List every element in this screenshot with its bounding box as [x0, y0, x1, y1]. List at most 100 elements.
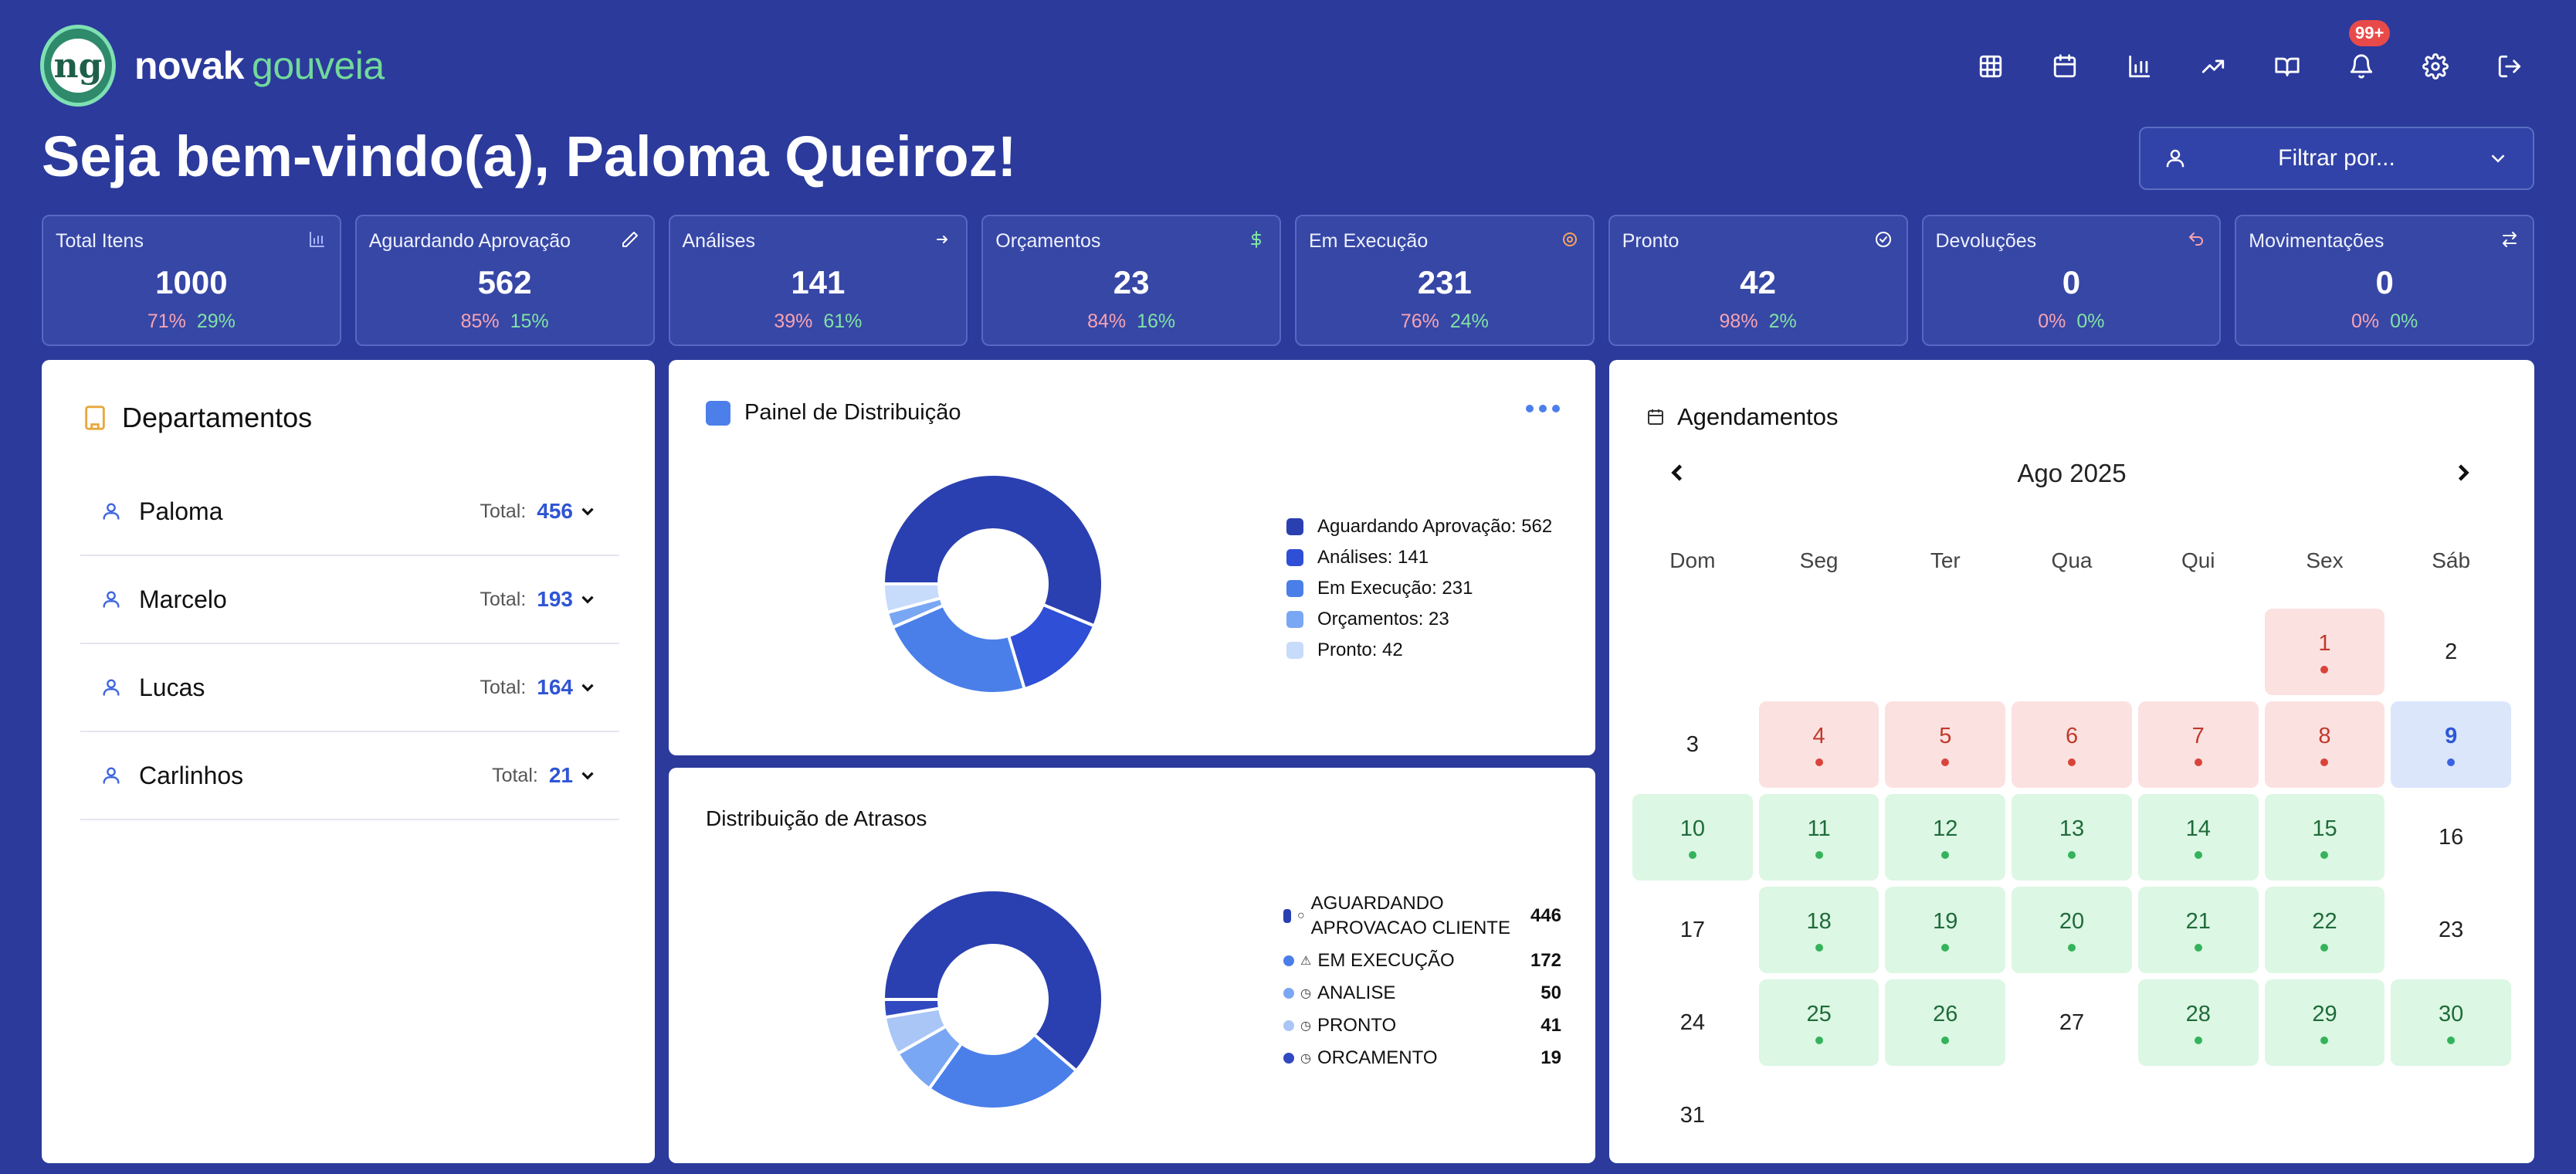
calendar-day[interactable]: 14	[2137, 794, 2259, 880]
calendar-day[interactable]: 17	[1632, 887, 1753, 973]
calendar-day[interactable]: 5	[1885, 701, 2006, 788]
calendar-icon[interactable]	[2045, 46, 2085, 87]
bell-icon[interactable]: 99+	[2341, 20, 2391, 87]
calendar-day[interactable]: 3	[1632, 701, 1753, 788]
stat-card-pronto[interactable]: Pronto 42 98% 2%	[1608, 215, 1908, 346]
stat-card-total[interactable]: Total Itens 1000 71% 29%	[42, 215, 341, 346]
chevron-down-icon[interactable]	[578, 501, 598, 521]
weekday-row: Dom Seg Ter Qua Qui Sex Sáb	[1632, 548, 2511, 602]
calendar-icon	[1648, 409, 1663, 425]
department-row-marcelo[interactable]: Marcelo Total: 193	[80, 556, 619, 644]
delay-legend-item: ◷ PRONTO 41	[1283, 1013, 1561, 1038]
event-dot	[1815, 1036, 1823, 1044]
event-dot	[2068, 758, 2076, 766]
calendar-day[interactable]: 9	[2391, 701, 2512, 788]
calendar-day[interactable]: 30	[2391, 979, 2512, 1066]
delay-value: 50	[1541, 982, 1561, 1003]
department-row-lucas[interactable]: Lucas Total: 164	[80, 644, 619, 732]
next-month-button[interactable]	[2449, 459, 2477, 487]
calendar-day[interactable]: 18	[1758, 887, 1879, 973]
prev-month-button[interactable]	[1663, 459, 1691, 487]
calendar-day-number: 11	[1807, 816, 1831, 841]
calendar-day[interactable]: 6	[2012, 701, 2132, 788]
stat-value: 141	[791, 264, 846, 300]
legend-swatch	[1286, 549, 1303, 566]
trending-icon[interactable]	[2193, 46, 2233, 87]
stat-card-execucao[interactable]: Em Execução 231 76% 24%	[1295, 215, 1595, 346]
calendar-day[interactable]: 19	[1885, 887, 2006, 973]
chevron-down-icon[interactable]	[578, 677, 598, 697]
legend-item: Aguardando Aprovação: 562	[1286, 511, 1552, 542]
calendar-day[interactable]: 20	[2012, 887, 2132, 973]
event-dot	[2194, 758, 2202, 766]
calendar-day[interactable]: 29	[2264, 979, 2385, 1066]
stat-card-movimentacoes[interactable]: Movimentações 0 0% 0%	[2235, 215, 2534, 346]
stat-card-analises[interactable]: Análises 141 39% 61%	[668, 215, 968, 346]
calendar-day[interactable]: 23	[2391, 887, 2511, 973]
calendar-week-row: 10 11 12 13 14 15 16	[1632, 794, 2511, 880]
department-row-carlinhos[interactable]: Carlinhos Total: 21	[80, 732, 619, 820]
calendar-empty-cell	[1885, 1072, 2005, 1159]
filter-dropdown[interactable]: Filtrar por...	[2139, 127, 2534, 190]
chevron-down-icon[interactable]	[578, 765, 598, 785]
calendar-day[interactable]: 16	[2391, 794, 2511, 880]
calendar-day[interactable]: 8	[2264, 701, 2385, 788]
calendar-day-number: 14	[2185, 816, 2211, 841]
check-circle-icon	[1874, 230, 1893, 249]
calendar-day[interactable]: 21	[2137, 887, 2259, 973]
calendar-grid: Dom Seg Ter Qua Qui Sex Sáb 1 2 3 4 5 6 7 8 9 10 1…	[1632, 548, 2512, 1165]
stat-label: Em Execução	[1309, 230, 1429, 252]
calendar-day[interactable]: 12	[1885, 794, 2006, 880]
calendar-day[interactable]: 7	[2137, 701, 2259, 788]
more-options-icon[interactable]	[1526, 405, 1560, 412]
calendar-day[interactable]: 27	[2012, 979, 2132, 1066]
legend-swatch	[1286, 518, 1303, 535]
calendar-day[interactable]: 15	[2264, 794, 2385, 880]
dollar-icon	[1247, 230, 1266, 249]
calendar-day[interactable]: 25	[1758, 979, 1879, 1066]
chevron-down-icon[interactable]	[578, 589, 598, 609]
calendar-week-row: 3 4 5 6 7 8 9	[1632, 701, 2512, 788]
department-row-paloma[interactable]: Paloma Total: 456	[80, 468, 619, 556]
calendar-day[interactable]: 1	[2264, 609, 2385, 695]
delay-value: 19	[1541, 1047, 1561, 1068]
distribution-donut-chart	[881, 473, 1104, 695]
book-icon[interactable]	[2267, 46, 2307, 87]
stat-card-devolucoes[interactable]: Devoluções 0 0% 0%	[1921, 215, 2222, 346]
stats-row: Total Itens 1000 71% 29% Aguardando Aprov…	[42, 215, 2534, 346]
logout-icon[interactable]	[2490, 46, 2530, 87]
user-icon	[103, 767, 120, 784]
delay-legend-item: ◷ ANALISE 50	[1283, 981, 1561, 1006]
calendar-day-number: 5	[1939, 723, 1952, 748]
stat-value: 562	[477, 264, 532, 300]
stat-card-aguardando[interactable]: Aguardando Aprovação 562 85% 15%	[354, 215, 655, 346]
logo[interactable]: ng	[40, 25, 116, 107]
event-dot	[1941, 758, 1950, 766]
stat-percentages: 71% 29%	[43, 310, 340, 333]
delay-label: AGUARDANDO APROVACAO CLIENTE	[1310, 893, 1510, 938]
logo-mark: ng	[51, 39, 105, 93]
gear-icon[interactable]	[2415, 46, 2456, 87]
calendar-day[interactable]: 26	[1885, 979, 2006, 1066]
calendar-day-number: 19	[1933, 908, 1958, 934]
event-dot	[2194, 850, 2202, 859]
stat-pct-b: 61%	[823, 310, 863, 332]
delays-title: Distribuição de Atrasos	[706, 806, 927, 830]
calendar-day[interactable]: 11	[1758, 794, 1879, 880]
circle-icon: ○	[1297, 909, 1305, 922]
building-icon	[85, 405, 105, 430]
calendar-day[interactable]: 13	[2012, 794, 2132, 880]
calendar-day[interactable]: 22	[2264, 887, 2385, 973]
stat-percentages: 84% 16%	[983, 310, 1280, 333]
calendar-day[interactable]: 28	[2137, 979, 2259, 1066]
calendar-day[interactable]: 2	[2391, 609, 2511, 695]
calendar-day[interactable]: 24	[1632, 979, 1753, 1066]
grid-icon[interactable]	[1971, 46, 2011, 87]
stat-label: Movimentações	[2249, 230, 2384, 252]
bar-chart-icon[interactable]	[2119, 46, 2159, 87]
legend-label: Pronto: 42	[1317, 640, 1403, 660]
calendar-day[interactable]: 10	[1632, 794, 1753, 880]
stat-card-orcamentos[interactable]: Orçamentos 23 84% 16%	[981, 215, 1281, 346]
calendar-day[interactable]: 4	[1758, 701, 1879, 788]
calendar-day[interactable]: 31	[1632, 1072, 1753, 1159]
